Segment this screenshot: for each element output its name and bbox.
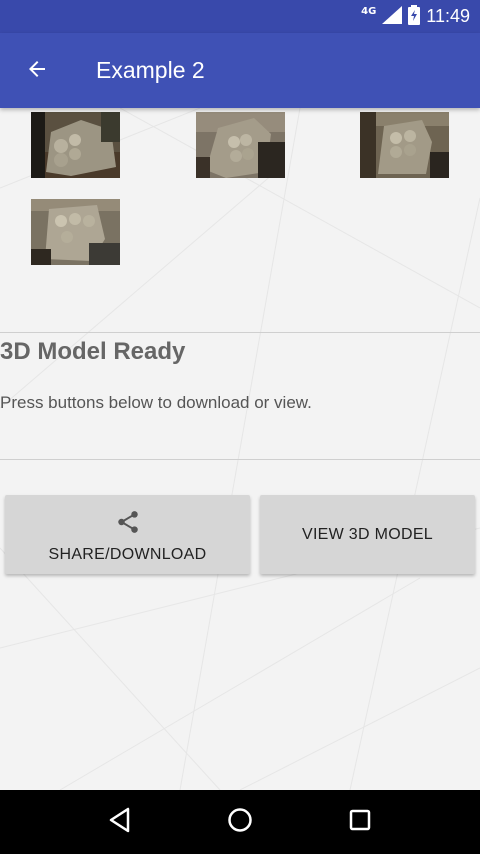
share-download-button[interactable]: SHARE/DOWNLOAD <box>5 495 250 574</box>
battery-icon <box>408 4 421 29</box>
view-3d-model-label: VIEW 3D MODEL <box>301 525 434 543</box>
nav-recents-button[interactable] <box>340 802 380 842</box>
arrow-left-icon <box>25 57 49 85</box>
gallery-image-4[interactable] <box>31 199 120 265</box>
gallery-image-3[interactable] <box>360 112 449 178</box>
screen: 4G 11:49 Example 2 3D Model Ready Press … <box>0 0 480 854</box>
signal-icon <box>382 5 403 28</box>
page-title: Example 2 <box>96 57 205 83</box>
app-bar: Example 2 <box>0 33 480 108</box>
system-nav-bar <box>0 790 480 854</box>
view-3d-model-button[interactable]: VIEW 3D MODEL <box>260 495 475 574</box>
divider-bottom <box>0 459 480 460</box>
nav-home-button[interactable] <box>220 802 260 842</box>
main-content: 3D Model Ready Press buttons below to do… <box>0 108 480 790</box>
network-type: 4G <box>361 6 377 17</box>
status-bar: 4G 11:49 <box>0 0 480 33</box>
gallery-image-2[interactable] <box>196 112 285 178</box>
nav-back-button[interactable] <box>100 802 140 842</box>
share-icon <box>115 509 141 540</box>
back-button[interactable] <box>0 33 74 108</box>
divider-top <box>0 332 480 333</box>
clock: 11:49 <box>426 6 470 26</box>
share-download-label: SHARE/DOWNLOAD <box>48 546 207 563</box>
triangle-back-icon <box>108 807 132 837</box>
status-heading: 3D Model Ready <box>0 338 186 365</box>
status-message: Press buttons below to download or view. <box>0 393 312 412</box>
square-recents-icon <box>348 808 372 836</box>
gallery-image-1[interactable] <box>31 112 120 178</box>
circle-home-icon <box>227 807 253 837</box>
